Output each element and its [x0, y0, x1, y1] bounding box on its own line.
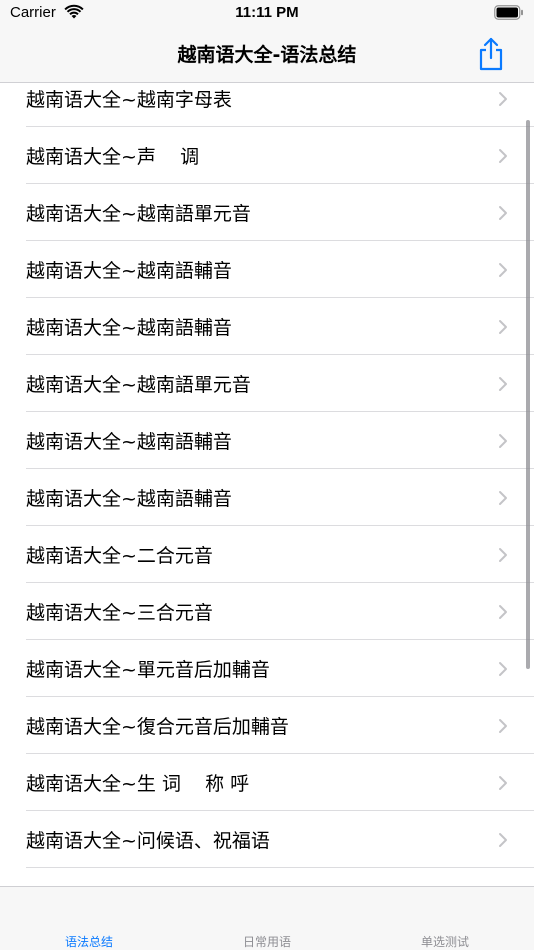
list-item-label: 越南语大全~越南語輔音: [26, 431, 232, 453]
scroll-indicator[interactable]: [526, 120, 530, 669]
chevron-right-icon: [499, 206, 507, 220]
battery-icon: [494, 5, 523, 20]
list-item[interactable]: 越南语大全~声 调: [0, 127, 534, 184]
list-item-label: 越南语大全~问候语、祝福语: [26, 830, 270, 852]
tab-grammar-summary[interactable]: 语法总结: [0, 887, 178, 950]
chevron-right-icon: [499, 776, 507, 790]
list-item-label: 越南语大全~單元音后加輔音: [26, 659, 270, 681]
list-item-label: 越南语大全~越南語輔音: [26, 488, 232, 510]
list-item[interactable]: 越南语大全~三合元音: [0, 583, 534, 640]
tab-bar: 语法总结 日常用语 单选测试: [0, 886, 534, 950]
navigation-bar: 越南语大全-语法总结: [0, 28, 534, 83]
list-item-label: 越南语大全~越南語單元音: [26, 203, 251, 225]
chevron-right-icon: [499, 377, 507, 391]
share-icon[interactable]: [476, 36, 506, 72]
list-item[interactable]: 越南语大全~越南語單元音: [0, 184, 534, 241]
list-item[interactable]: 越南语大全~越南語輔音: [0, 298, 534, 355]
chevron-right-icon: [499, 719, 507, 733]
list-item[interactable]: 越南语大全~越南語輔音: [0, 412, 534, 469]
grammar-list: 越南语大全~越南字母表 越南语大全~声 调越南语大全~越南語單元音 越南语大全~越南…: [0, 83, 534, 886]
chevron-right-icon: [499, 548, 507, 562]
chevron-right-icon: [499, 662, 507, 676]
tab-single-choice-quiz[interactable]: 单选测试: [356, 887, 534, 950]
list-item[interactable]: 越南语大全~越南字母表: [0, 83, 534, 127]
chevron-right-icon: [499, 149, 507, 163]
tab-label: 单选测试: [420, 935, 469, 949]
tab-label: 语法总结: [64, 935, 113, 949]
tab-daily-phrases[interactable]: 日常用语: [178, 887, 356, 950]
list-item[interactable]: 越南语大全~復合元音后加輔音: [0, 697, 534, 754]
page-title: 越南语大全-语法总结: [177, 44, 357, 66]
chevron-right-icon: [499, 491, 507, 505]
list-item[interactable]: 越南语大全~越南語單元音: [0, 355, 534, 412]
chevron-right-icon: [499, 605, 507, 619]
list-item-label: 越南语大全~越南語單元音: [26, 374, 251, 396]
status-time: 11:11 PM: [235, 4, 299, 21]
list-item-label: 越南语大全~越南字母表: [26, 89, 232, 111]
list-item-label: 越南语大全~生 词 称 呼: [26, 773, 250, 795]
list-item-label: 越南语大全~声 调: [26, 146, 200, 168]
tab-label: 日常用语: [242, 935, 291, 949]
list-item[interactable]: 越南语大全~公司职务: [0, 868, 534, 886]
list-item[interactable]: 越南语大全~單元音后加輔音: [0, 640, 534, 697]
list-item[interactable]: 越南语大全~越南語輔音: [0, 469, 534, 526]
chevron-right-icon: [499, 434, 507, 448]
list-item-label: 越南语大全~三合元音: [26, 602, 213, 624]
list-item[interactable]: 越南语大全~越南語輔音: [0, 241, 534, 298]
list-item[interactable]: 越南语大全~二合元音: [0, 526, 534, 583]
chevron-right-icon: [499, 320, 507, 334]
list-item[interactable]: 越南语大全~问候语、祝福语: [0, 811, 534, 868]
list-item-label: 越南语大全~越南語輔音: [26, 317, 232, 339]
list-item-label: 越南语大全~越南語輔音: [26, 260, 232, 282]
list-item-label: 越南语大全~二合元音: [26, 545, 213, 567]
chevron-right-icon: [499, 92, 507, 106]
chevron-right-icon: [499, 263, 507, 277]
list-item[interactable]: 越南语大全~生 词 称 呼: [0, 754, 534, 811]
list-item-label: 越南语大全~復合元音后加輔音: [26, 716, 289, 738]
chevron-right-icon: [499, 833, 507, 847]
status-bar: Carrier 11:11 PM: [0, 0, 534, 28]
